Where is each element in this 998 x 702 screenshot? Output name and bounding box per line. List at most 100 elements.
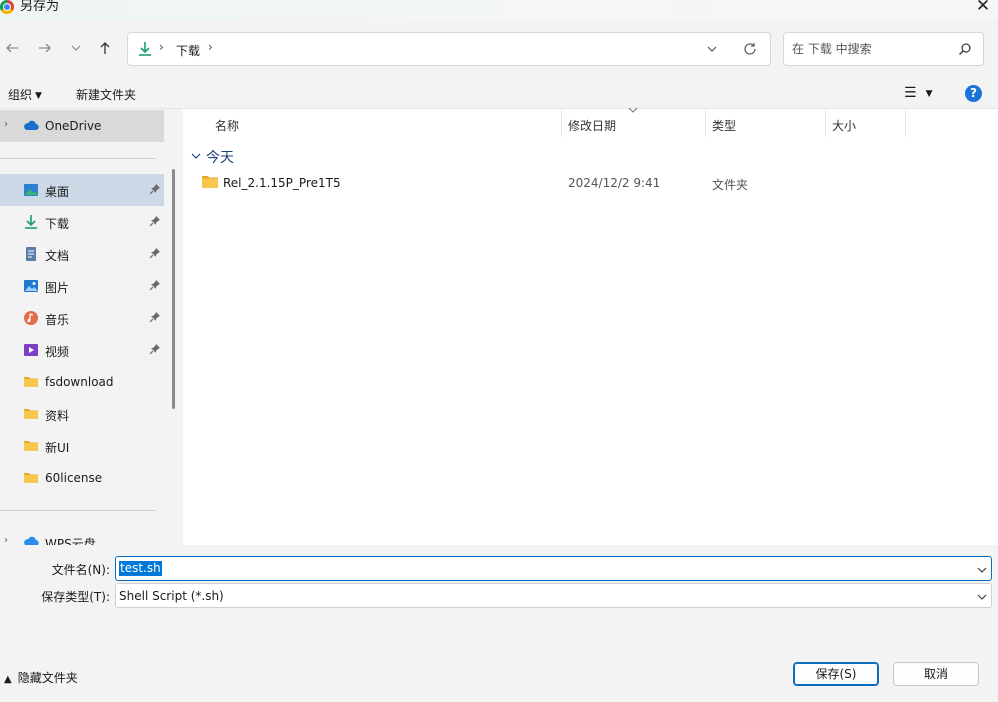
- view-options-button[interactable]: ☰ ▼: [904, 86, 932, 101]
- sidebar-item-label: fsdownload: [45, 375, 114, 389]
- sidebar-item-onedrive[interactable]: › OneDrive: [0, 110, 164, 142]
- pin-icon[interactable]: [149, 247, 161, 259]
- sidebar-item-pictures[interactable]: 图片: [0, 270, 164, 302]
- pin-icon[interactable]: [149, 343, 161, 355]
- sidebar-item-label: 下载: [45, 217, 70, 231]
- sidebar-item-new-ui[interactable]: 新UI: [0, 430, 164, 462]
- breadcrumb-separator-icon[interactable]: ›: [208, 40, 213, 54]
- music-icon: [23, 310, 39, 326]
- cloud-icon: [23, 534, 39, 545]
- help-icon[interactable]: ?: [965, 85, 982, 102]
- sidebar-item-music[interactable]: 音乐: [0, 302, 164, 334]
- sidebar-item-documents[interactable]: 文档: [0, 238, 164, 270]
- sidebar-item-label: 视频: [45, 345, 70, 359]
- pin-icon[interactable]: [149, 279, 161, 291]
- pin-icon[interactable]: [149, 183, 161, 195]
- sidebar-divider: [0, 158, 156, 159]
- address-bar[interactable]: › 下载 ›: [127, 32, 771, 66]
- file-type: 文件夹: [712, 178, 749, 192]
- pin-icon[interactable]: [149, 311, 161, 323]
- cancel-button[interactable]: 取消: [893, 662, 979, 686]
- column-header-size[interactable]: 大小: [826, 109, 905, 137]
- collapse-up-icon: ▲: [4, 674, 12, 685]
- chrome-app-icon: [0, 0, 14, 14]
- filename-field[interactable]: test.sh: [115, 556, 992, 581]
- recent-locations-chevron-icon[interactable]: [66, 39, 86, 59]
- breadcrumb-downloads[interactable]: 下载: [176, 42, 200, 59]
- video-icon: [23, 342, 39, 358]
- column-header-modified[interactable]: 修改日期: [562, 109, 705, 137]
- new-folder-button[interactable]: 新建文件夹: [76, 86, 136, 103]
- save-button[interactable]: 保存(S): [793, 662, 879, 686]
- navigation-pane: › OneDrive 桌面 下载 文档 图片 音乐 视频 fsdownload …: [0, 109, 178, 545]
- filename-label: 文件名(N):: [51, 563, 110, 577]
- expand-chevron-icon[interactable]: ›: [4, 535, 8, 545]
- filetype-chevron-icon[interactable]: [977, 591, 987, 605]
- sidebar-item-ziliao[interactable]: 资料: [0, 398, 164, 430]
- sidebar-item-wps-cloud[interactable]: › WPS云盘: [0, 526, 164, 545]
- caret-down-icon: ▼: [925, 89, 933, 99]
- sidebar-item-downloads[interactable]: 下载: [0, 206, 164, 238]
- folder-icon: [202, 175, 218, 192]
- filename-input-value[interactable]: test.sh: [119, 561, 162, 576]
- sidebar-item-label: 图片: [45, 281, 70, 295]
- sidebar-item-desktop[interactable]: 桌面: [0, 174, 164, 206]
- collapse-chevron-icon[interactable]: [191, 148, 201, 164]
- download-icon: [138, 41, 152, 60]
- column-header-name[interactable]: 名称: [209, 109, 561, 137]
- folder-icon: [23, 470, 39, 486]
- sidebar-item-label: 音乐: [45, 313, 70, 327]
- sidebar-item-60license[interactable]: 60license: [0, 462, 164, 494]
- file-name: Rel_2.1.15P_Pre1T5: [223, 176, 341, 190]
- back-arrow-icon[interactable]: [2, 39, 22, 59]
- search-box[interactable]: [783, 32, 984, 66]
- folder-icon: [23, 406, 39, 422]
- filetype-label: 保存类型(T):: [41, 590, 110, 604]
- organize-menu-button[interactable]: 组织 ▼: [8, 86, 42, 103]
- file-modified-date: 2024/12/2 9:41: [568, 176, 661, 190]
- breadcrumb-separator-icon[interactable]: ›: [159, 40, 164, 54]
- sidebar-divider: [0, 510, 156, 511]
- expand-chevron-icon[interactable]: ›: [4, 119, 8, 130]
- window-title: 另存为: [20, 0, 60, 14]
- save-panel: 文件名(N): test.sh 保存类型(T): Shell Script (*…: [0, 545, 998, 702]
- sidebar-item-videos[interactable]: 视频: [0, 334, 164, 366]
- folder-icon: [23, 438, 39, 454]
- hide-folders-toggle[interactable]: ▲ 隐藏文件夹: [4, 669, 78, 686]
- search-icon[interactable]: [958, 42, 972, 59]
- filetype-selected-value: Shell Script (*.sh): [119, 589, 224, 603]
- cloud-icon: [23, 118, 39, 134]
- column-header-type[interactable]: 类型: [706, 109, 825, 137]
- pin-icon[interactable]: [149, 215, 161, 227]
- up-arrow-icon[interactable]: [95, 39, 115, 59]
- forward-arrow-icon[interactable]: [35, 39, 55, 59]
- sidebar-item-label: OneDrive: [45, 119, 102, 133]
- filename-history-chevron-icon[interactable]: [977, 564, 987, 578]
- address-history-chevron-icon[interactable]: [706, 43, 718, 58]
- sidebar-item-fsdownload[interactable]: fsdownload: [0, 366, 164, 398]
- refresh-icon[interactable]: [743, 42, 757, 59]
- document-icon: [23, 246, 39, 262]
- sidebar-item-label: 新UI: [45, 441, 70, 455]
- filetype-select[interactable]: Shell Script (*.sh): [115, 583, 992, 608]
- organize-label: 组织: [8, 88, 33, 102]
- table-row[interactable]: Rel_2.1.15P_Pre1T5 2024/12/2 9:41 文件夹: [196, 171, 986, 195]
- group-header-today[interactable]: 今天: [191, 147, 234, 167]
- folder-icon: [23, 374, 39, 390]
- sidebar-scrollbar[interactable]: [172, 169, 175, 409]
- sidebar-item-label: 桌面: [45, 185, 70, 199]
- sidebar-item-label: WPS云盘: [45, 537, 96, 545]
- sidebar-item-label: 文档: [45, 249, 70, 263]
- close-icon[interactable]: ✕: [968, 0, 998, 16]
- title-bar: 另存为 ✕: [0, 0, 998, 20]
- command-bar: 组织 ▼ 新建文件夹 ☰ ▼ ?: [0, 78, 998, 109]
- search-input[interactable]: [792, 41, 952, 57]
- image-icon: [23, 278, 39, 294]
- desktop-icon: [23, 182, 39, 198]
- download-icon: [23, 214, 39, 230]
- sidebar-item-label: 资料: [45, 409, 70, 423]
- list-view-icon: ☰: [904, 85, 917, 101]
- caret-down-icon: ▼: [35, 91, 42, 101]
- navigation-bar: › 下载 ›: [0, 20, 998, 78]
- column-divider[interactable]: [905, 109, 906, 137]
